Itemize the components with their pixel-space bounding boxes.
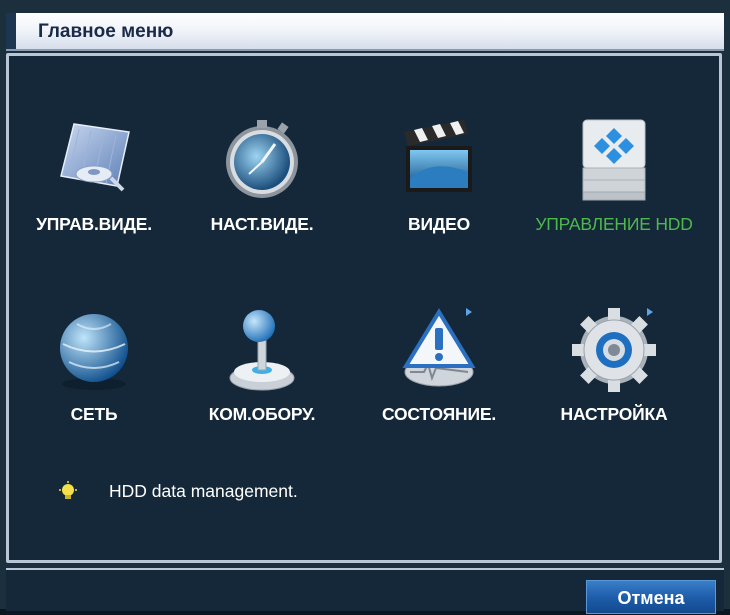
menu-item-video-management[interactable]: УПРАВ.ВИДЕ. [9,114,179,254]
menu-item-video-settings[interactable]: НАСТ.ВИДЕ. [177,114,347,254]
joystick-icon [229,310,295,391]
menu-panel: УПРАВ.ВИДЕ. НАСТ.ВИДЕ. ВИДЕО УПРАВЛЕНИЕ … [6,53,722,563]
menu-item-hdd-management[interactable]: УПРАВЛЕНИЕ HDD [529,114,699,254]
menu-item-network[interactable]: СЕТЬ [9,304,179,444]
title-bar: Главное меню [6,13,724,51]
window-title: Главное меню [38,21,174,42]
menu-item-label: УПРАВ.ВИДЕ. [36,214,152,234]
video-settings-icon [226,120,298,198]
menu-item-settings[interactable]: НАСТРОЙКА [529,304,699,444]
menu-item-label: СЕТЬ [70,404,118,424]
menu-item-video[interactable]: ВИДЕО [354,114,524,254]
footer-bar: Отмена [6,568,724,614]
menu-item-peripherals[interactable]: КОМ.ОБОРУ. [177,304,347,444]
menu-item-label: ВИДЕО [408,214,470,234]
globe-icon [60,314,128,390]
gear-icon [572,308,656,392]
menu-item-status[interactable]: СОСТОЯНИЕ. [354,304,524,444]
warning-icon [402,308,476,387]
clapperboard-icon [404,120,472,192]
menu-item-label: НАСТ.ВИДЕ. [210,214,314,234]
hint-text: HDD data management. [109,481,298,501]
menu-item-label: КОМ.ОБОРУ. [208,404,316,424]
menu-item-label: СОСТОЯНИЕ. [382,404,496,424]
lightbulb-icon [59,481,77,499]
menu-item-label: НАСТРОЙКА [560,404,668,424]
menu-item-label: УПРАВЛЕНИЕ HDD [535,214,693,234]
hdd-icon [582,119,646,201]
main-menu-window: Главное меню УПРАВ.ВИДЕ. НАСТ.ВИДЕ. ВИДЕ… [0,0,730,614]
video-management-icon [60,123,130,192]
